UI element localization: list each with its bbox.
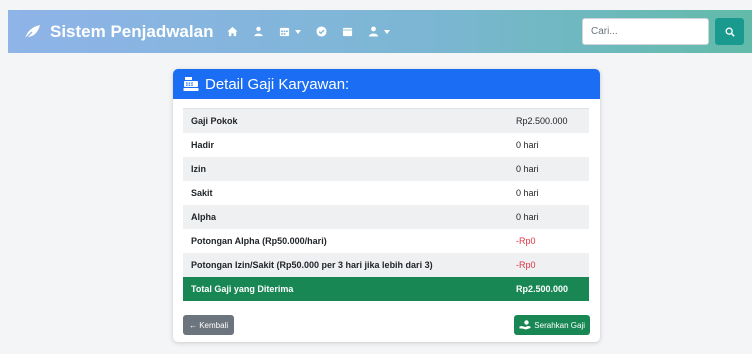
- total-value: Rp2.500.000: [508, 277, 589, 301]
- salary-table-body: Gaji Pokok Rp2.500.000 Hadir 0 hari Izin…: [183, 109, 589, 301]
- row-label: Hadir: [183, 133, 508, 157]
- search-icon: [725, 27, 735, 37]
- row-label: Izin: [183, 157, 508, 181]
- row-value-deduction: -Rp0: [508, 253, 589, 277]
- brand-title: Sistem Penjadwalan: [50, 21, 214, 41]
- nav-attendance[interactable]: [316, 26, 327, 37]
- search-input[interactable]: [582, 18, 709, 45]
- table-row: Potongan Izin/Sakit (Rp50.000 per 3 hari…: [183, 253, 589, 277]
- check-circle-icon: [316, 26, 327, 37]
- row-value-deduction: -Rp0: [508, 229, 589, 253]
- row-value: Rp2.500.000: [508, 109, 589, 133]
- nav-users[interactable]: [253, 26, 264, 37]
- row-label: Sakit: [183, 181, 508, 205]
- hand-holding-dollar-icon: [519, 320, 531, 330]
- table-row: Potongan Alpha (Rp50.000/hari) -Rp0: [183, 229, 589, 253]
- salary-detail-card: Detail Gaji Karyawan: Gaji Pokok Rp2.500…: [173, 69, 600, 342]
- cash-register-icon: [183, 77, 199, 91]
- total-label: Total Gaji yang Diterima: [183, 277, 508, 301]
- table-row: Hadir 0 hari: [183, 133, 589, 157]
- total-row: Total Gaji yang Diterima Rp2.500.000: [183, 277, 589, 301]
- calendar-icon: [280, 27, 290, 37]
- give-salary-label: Serahkan Gaji: [534, 320, 585, 330]
- table-row: Gaji Pokok Rp2.500.000: [183, 109, 589, 133]
- row-label: Alpha: [183, 205, 508, 229]
- brand-link[interactable]: Sistem Penjadwalan: [22, 22, 213, 42]
- back-button[interactable]: ← Kembali: [183, 315, 235, 335]
- nav-menu: [227, 26, 405, 37]
- row-label: Gaji Pokok: [183, 109, 508, 133]
- leaf-icon: [23, 24, 40, 40]
- users-icon: [254, 26, 264, 37]
- nav-schedule-dropdown[interactable]: [279, 26, 302, 37]
- nav-calendar[interactable]: [342, 26, 353, 37]
- row-label: Potongan Izin/Sakit (Rp50.000 per 3 hari…: [183, 253, 508, 277]
- chevron-down-icon: [384, 29, 391, 34]
- search-button[interactable]: [715, 18, 744, 45]
- give-salary-button[interactable]: Serahkan Gaji: [514, 315, 590, 335]
- nav-user-dropdown[interactable]: [368, 26, 391, 37]
- row-value: 0 hari: [508, 205, 589, 229]
- search-form: [582, 18, 744, 45]
- salary-table: Gaji Pokok Rp2.500.000 Hadir 0 hari Izin…: [183, 109, 589, 301]
- table-row: Sakit 0 hari: [183, 181, 589, 205]
- row-label: Potongan Alpha (Rp50.000/hari): [183, 229, 508, 253]
- table-row: Alpha 0 hari: [183, 205, 589, 229]
- chevron-down-icon: [295, 29, 302, 34]
- navbar: Sistem Penjadwalan: [8, 10, 752, 53]
- row-value: 0 hari: [508, 181, 589, 205]
- row-value: 0 hari: [508, 157, 589, 181]
- calendar-icon: [343, 27, 353, 37]
- row-value: 0 hari: [508, 133, 589, 157]
- user-icon: [369, 26, 379, 37]
- card-title: Detail Gaji Karyawan:: [205, 75, 350, 93]
- home-icon: [227, 26, 238, 37]
- nav-home[interactable]: [227, 26, 238, 37]
- table-row: Izin 0 hari: [183, 157, 589, 181]
- card-header: Detail Gaji Karyawan:: [173, 69, 600, 99]
